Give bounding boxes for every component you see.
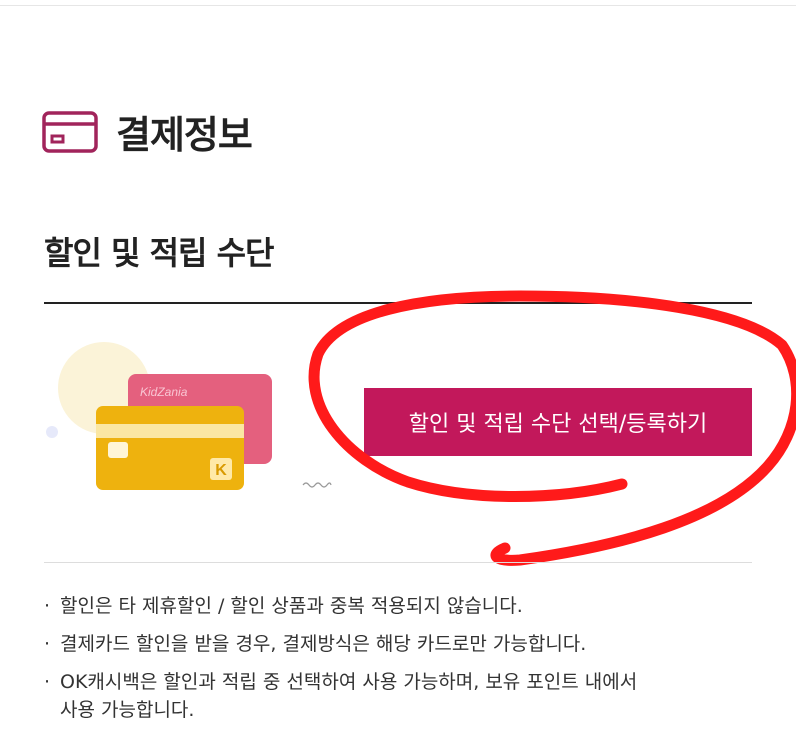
top-divider <box>0 5 796 6</box>
list-item: · 결제카드 할인을 받을 경우, 결제방식은 해당 카드로만 가능합니다. <box>44 630 764 658</box>
notice-text: 결제카드 할인을 받을 경우, 결제방식은 해당 카드로만 가능합니다. <box>60 633 587 655</box>
cards-illustration: KidZania K <box>46 342 272 490</box>
notice-text: 할인은 타 제휴할인 / 할인 상품과 중복 적용되지 않습니다. <box>60 595 523 617</box>
discount-section-title: 할인 및 적립 수단 <box>44 234 275 272</box>
section-header: 결제정보 <box>42 104 253 159</box>
bullet: · <box>44 633 51 655</box>
discount-register-button[interactable]: 할인 및 적립 수단 선택/등록하기 <box>364 388 752 456</box>
notice-text-continued: 사용 가능합니다. <box>60 699 195 721</box>
card-brand-text: KidZania <box>140 385 188 399</box>
bullet: · <box>44 595 51 617</box>
divider <box>44 562 752 563</box>
section-divider <box>44 302 752 304</box>
credit-card-icon <box>42 110 98 153</box>
list-item: · OK캐시백은 할인과 적립 중 선택하여 사용 가능하며, 보유 포인트 내… <box>44 668 764 724</box>
notice-list: · 할인은 타 제휴할인 / 할인 상품과 중복 적용되지 않습니다. · 결제… <box>44 592 764 734</box>
list-item: · 할인은 타 제휴할인 / 할인 상품과 중복 적용되지 않습니다. <box>44 592 764 620</box>
bullet: · <box>44 671 51 693</box>
card-logo-letter: K <box>215 462 227 479</box>
squiggle-decoration <box>302 482 332 488</box>
notice-text: OK캐시백은 할인과 적립 중 선택하여 사용 가능하며, 보유 포인트 내에서 <box>60 671 638 693</box>
page-title: 결제정보 <box>116 113 253 157</box>
